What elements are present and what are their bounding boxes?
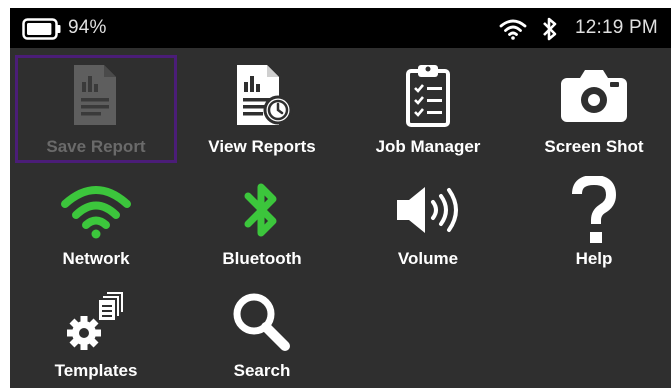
templates-gear-icon xyxy=(67,290,125,350)
clipboard-icon xyxy=(406,65,450,127)
screen-shot-label: Screen Shot xyxy=(544,137,644,156)
battery-icon xyxy=(22,18,61,40)
job-manager-label: Job Manager xyxy=(375,137,481,156)
volume-button[interactable]: Volume xyxy=(347,171,509,279)
view-reports-label: View Reports xyxy=(208,137,316,156)
screen-shot-button[interactable]: Screen Shot xyxy=(513,55,671,163)
templates-label: Templates xyxy=(54,361,138,380)
magnifier-icon xyxy=(233,293,290,351)
camera-icon xyxy=(561,70,627,122)
search-button[interactable]: Search xyxy=(181,283,343,391)
status-bar: 94% 12:19 PM xyxy=(10,8,671,48)
bluetooth-status-icon xyxy=(543,17,557,41)
clock: 12:19 PM xyxy=(575,17,658,38)
templates-button[interactable]: Templates xyxy=(15,283,177,391)
network-label: Network xyxy=(62,249,130,268)
save-report-label: Save Report xyxy=(46,137,146,156)
wifi-icon xyxy=(61,186,131,239)
bluetooth-icon xyxy=(244,183,277,237)
home-screen: 94% 12:19 PM Save Report View Reports Jo… xyxy=(10,8,671,388)
bluetooth-label: Bluetooth xyxy=(222,249,302,268)
question-mark-icon xyxy=(572,176,617,243)
battery-percent: 94% xyxy=(68,17,107,38)
help-button[interactable]: Help xyxy=(513,171,671,279)
speaker-icon xyxy=(397,187,458,233)
wifi-status-icon xyxy=(499,19,527,40)
network-button[interactable]: Network xyxy=(15,171,177,279)
search-label: Search xyxy=(233,361,291,380)
help-label: Help xyxy=(575,249,613,268)
bluetooth-button[interactable]: Bluetooth xyxy=(181,171,343,279)
save-report-button[interactable]: Save Report xyxy=(15,55,177,163)
volume-label: Volume xyxy=(397,249,459,268)
view-reports-button[interactable]: View Reports xyxy=(181,55,343,163)
view-reports-icon xyxy=(237,65,293,125)
save-report-icon xyxy=(74,65,116,125)
job-manager-button[interactable]: Job Manager xyxy=(347,55,509,163)
